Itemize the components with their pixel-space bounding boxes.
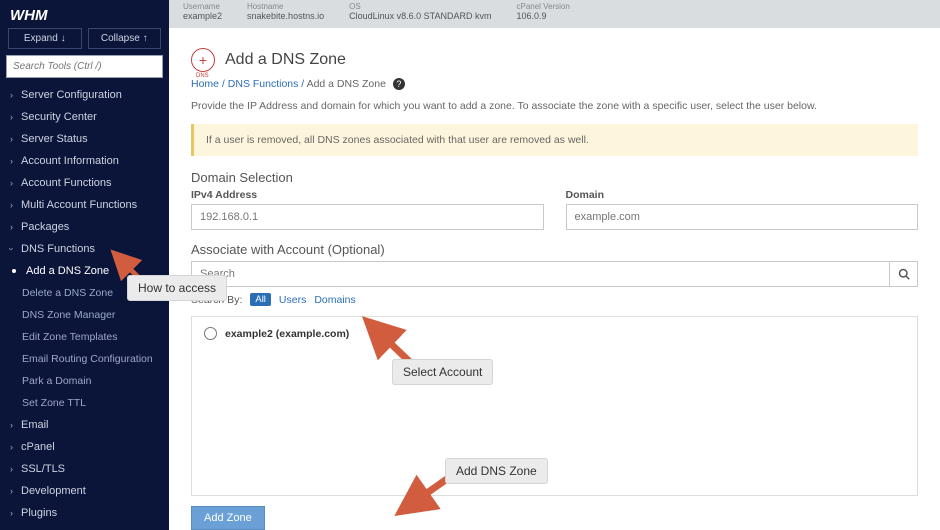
expand-button[interactable]: Expand ↓ bbox=[8, 28, 82, 49]
arrow-down-icon: ↓ bbox=[61, 33, 66, 44]
main: + Add a DNS Zone Home / DNS Functions / … bbox=[169, 28, 940, 530]
filter-users[interactable]: Users bbox=[279, 294, 306, 306]
nav-set-zone-ttl[interactable]: Set Zone TTL bbox=[0, 392, 169, 414]
filter-domains[interactable]: Domains bbox=[314, 294, 355, 306]
bullet-icon bbox=[12, 269, 16, 273]
chevron-right-icon: › bbox=[10, 156, 13, 166]
chevron-right-icon: › bbox=[10, 442, 13, 452]
nav-plugins[interactable]: ›Plugins bbox=[0, 502, 169, 524]
nav-account-functions[interactable]: ›Account Functions bbox=[0, 172, 169, 194]
chevron-right-icon: › bbox=[10, 486, 13, 496]
add-zone-button[interactable]: Add Zone bbox=[191, 506, 265, 530]
nav-cpanel[interactable]: ›cPanel bbox=[0, 436, 169, 458]
domain-input[interactable] bbox=[566, 204, 919, 230]
nav-packages[interactable]: ›Packages bbox=[0, 216, 169, 238]
nav-account-information[interactable]: ›Account Information bbox=[0, 150, 169, 172]
nav-email[interactable]: ›Email bbox=[0, 414, 169, 436]
collapse-button[interactable]: Collapse ↑ bbox=[88, 28, 162, 49]
account-radio[interactable] bbox=[204, 327, 217, 340]
chevron-right-icon: › bbox=[10, 112, 13, 122]
chevron-right-icon: › bbox=[10, 178, 13, 188]
chevron-down-icon: › bbox=[7, 248, 17, 251]
breadcrumb-current: Add a DNS Zone bbox=[307, 78, 386, 90]
nav-server-status[interactable]: ›Server Status bbox=[0, 128, 169, 150]
meta-hostname: Hostname snakebite.hostns.io bbox=[247, 2, 324, 21]
nav-ssl-tls[interactable]: ›SSL/TLS bbox=[0, 458, 169, 480]
account-list: example2 (example.com) bbox=[191, 316, 918, 496]
search-icon bbox=[898, 268, 910, 280]
chevron-right-icon: › bbox=[10, 134, 13, 144]
titlebar: + Add a DNS Zone bbox=[191, 48, 918, 72]
nav-development[interactable]: ›Development bbox=[0, 480, 169, 502]
filter-all[interactable]: All bbox=[250, 293, 271, 306]
page-desc: Provide the IP Address and domain for wh… bbox=[191, 100, 918, 112]
search-tools-input[interactable] bbox=[6, 55, 163, 78]
meta-os: OS CloudLinux v8.6.0 STANDARD kvm bbox=[349, 2, 491, 21]
account-row[interactable]: example2 (example.com) bbox=[204, 327, 905, 340]
chevron-right-icon: › bbox=[10, 464, 13, 474]
nav-edit-zone-templates[interactable]: Edit Zone Templates bbox=[0, 326, 169, 348]
chevron-right-icon: › bbox=[10, 90, 13, 100]
nav-multi-account-functions[interactable]: ›Multi Account Functions bbox=[0, 194, 169, 216]
breadcrumb-dns[interactable]: DNS Functions bbox=[228, 78, 299, 90]
chevron-right-icon: › bbox=[10, 420, 13, 430]
svg-text:WHM: WHM bbox=[10, 7, 48, 24]
meta-username: Username example2 bbox=[183, 2, 222, 21]
ipv4-label: IPv4 Address bbox=[191, 189, 544, 201]
breadcrumb-home[interactable]: Home bbox=[191, 78, 219, 90]
topbar: Username example2 Hostname snakebite.hos… bbox=[169, 0, 940, 28]
chevron-right-icon: › bbox=[10, 200, 13, 210]
sidebar: WHM Expand ↓ Collapse ↑ ›Server Configur… bbox=[0, 0, 169, 530]
nav-email-routing-config[interactable]: Email Routing Configuration bbox=[0, 348, 169, 370]
searchby-label: Search By: bbox=[191, 294, 242, 306]
nav-security-center[interactable]: ›Security Center bbox=[0, 106, 169, 128]
nav-server-configuration[interactable]: ›Server Configuration bbox=[0, 84, 169, 106]
section-domain-selection: Domain Selection bbox=[191, 170, 918, 185]
logo: WHM bbox=[0, 0, 169, 28]
page-title: Add a DNS Zone bbox=[225, 51, 346, 69]
meta-cpver: cPanel Version 106.0.9 bbox=[516, 2, 569, 21]
associate-search-input[interactable] bbox=[191, 261, 890, 287]
nav-dns-zone-manager[interactable]: DNS Zone Manager bbox=[0, 304, 169, 326]
nav-add-dns-zone[interactable]: Add a DNS Zone bbox=[0, 260, 169, 282]
add-dns-icon: + bbox=[191, 48, 215, 72]
domain-label: Domain bbox=[566, 189, 919, 201]
associate-search-button[interactable] bbox=[890, 261, 918, 287]
ipv4-input[interactable] bbox=[191, 204, 544, 230]
nav-delete-dns-zone[interactable]: Delete a DNS Zone bbox=[0, 282, 169, 304]
breadcrumb: Home / DNS Functions / Add a DNS Zone ? bbox=[191, 78, 918, 90]
search-by-filters: Search By: All Users Domains bbox=[191, 293, 918, 306]
nav-park-domain[interactable]: Park a Domain bbox=[0, 370, 169, 392]
chevron-right-icon: › bbox=[10, 508, 13, 518]
chevron-right-icon: › bbox=[10, 222, 13, 232]
arrow-up-icon: ↑ bbox=[143, 33, 148, 44]
account-label: example2 (example.com) bbox=[225, 328, 349, 340]
warning-box: If a user is removed, all DNS zones asso… bbox=[191, 124, 918, 156]
section-associate: Associate with Account (Optional) bbox=[191, 242, 918, 257]
nav-dns-functions[interactable]: ›DNS Functions bbox=[0, 238, 169, 260]
nav: ›Server Configuration ›Security Center ›… bbox=[0, 84, 169, 524]
help-icon[interactable]: ? bbox=[393, 78, 405, 90]
